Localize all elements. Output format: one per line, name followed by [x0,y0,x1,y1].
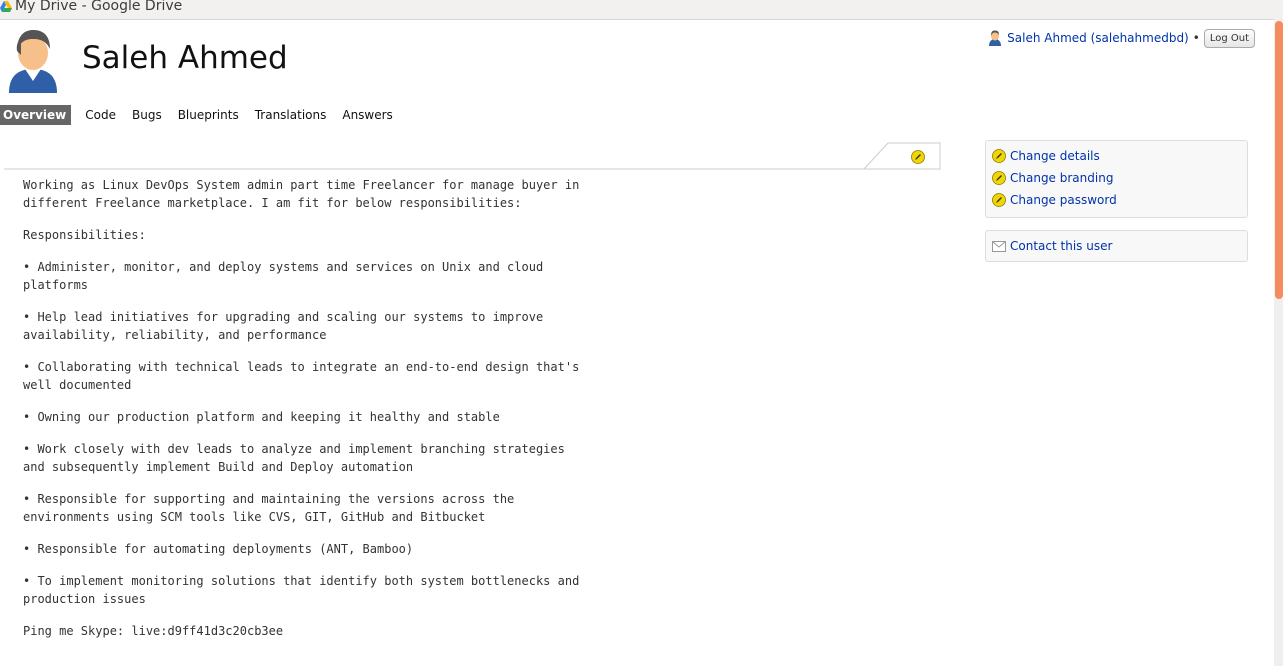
description-paragraph: • Administer, monitor, and deploy system… [23,260,544,292]
logout-button[interactable]: Log Out [1203,28,1255,48]
description-paragraph: Ping me Skype: live:d9ff41d3c20cb3ee [23,624,284,638]
contact-user-link[interactable]: Contact this user [986,235,1247,257]
description-paragraph: • Help lead initiatives for upgrading an… [23,310,544,342]
description-paragraph: • Owning our production platform and kee… [23,410,500,424]
description-paragraph: Responsibilities: [23,228,146,242]
profile-name: Saleh Ahmed [82,40,288,76]
edit-icon [992,193,1006,207]
description-paragraph: Working as Linux DevOps System admin par… [23,178,580,210]
page-scrollbar[interactable] [1274,19,1283,666]
window-titlebar: My Drive - Google Drive [0,0,1283,20]
description-paragraph: • Responsible for supporting and maintai… [23,492,515,524]
contact-portlet: Contact this user [985,230,1248,262]
change-branding-link[interactable]: Change branding [986,167,1247,189]
window-title: My Drive - Google Drive [15,0,183,14]
description-paragraph: • Responsible for automating deployments… [23,542,414,556]
change-details-link[interactable]: Change details [986,145,1247,167]
user-small-icon [989,30,1002,46]
description-header-rule [4,142,941,170]
edit-icon [992,149,1006,163]
login-status: Saleh Ahmed (salehahmedbd) • Log Out [988,28,1255,48]
profile-description: Working as Linux DevOps System admin par… [23,176,583,654]
tab-answers[interactable]: Answers [334,105,400,125]
edit-description-icon[interactable] [911,150,925,164]
tab-blueprints[interactable]: Blueprints [170,105,247,125]
tab-code[interactable]: Code [77,105,124,125]
tab-bugs[interactable]: Bugs [124,105,170,125]
profile-tabs: Overview Code Bugs Blueprints Translatio… [0,105,401,125]
description-paragraph: • Collaborating with technical leads to … [23,360,580,392]
tab-translations[interactable]: Translations [247,105,335,125]
description-paragraph: • To implement monitoring solutions that… [23,574,580,606]
user-avatar [9,30,57,93]
change-details-label: Change details [1010,149,1100,163]
change-password-link[interactable]: Change password [986,189,1247,211]
tab-overview[interactable]: Overview [0,105,72,125]
contact-user-label: Contact this user [1010,239,1113,253]
change-branding-label: Change branding [1010,171,1114,185]
change-password-label: Change password [1010,193,1117,207]
google-drive-icon [0,1,12,12]
description-paragraph: • Work closely with dev leads to analyze… [23,442,565,474]
profile-actions-portlet: Change details Change branding Change pa… [985,140,1248,218]
edit-icon [992,171,1006,185]
mail-icon [992,240,1006,252]
scrollbar-thumb[interactable] [1275,21,1283,299]
login-separator: • [1192,31,1200,45]
logged-in-user-link[interactable]: Saleh Ahmed (salehahmedbd) [1007,31,1189,45]
